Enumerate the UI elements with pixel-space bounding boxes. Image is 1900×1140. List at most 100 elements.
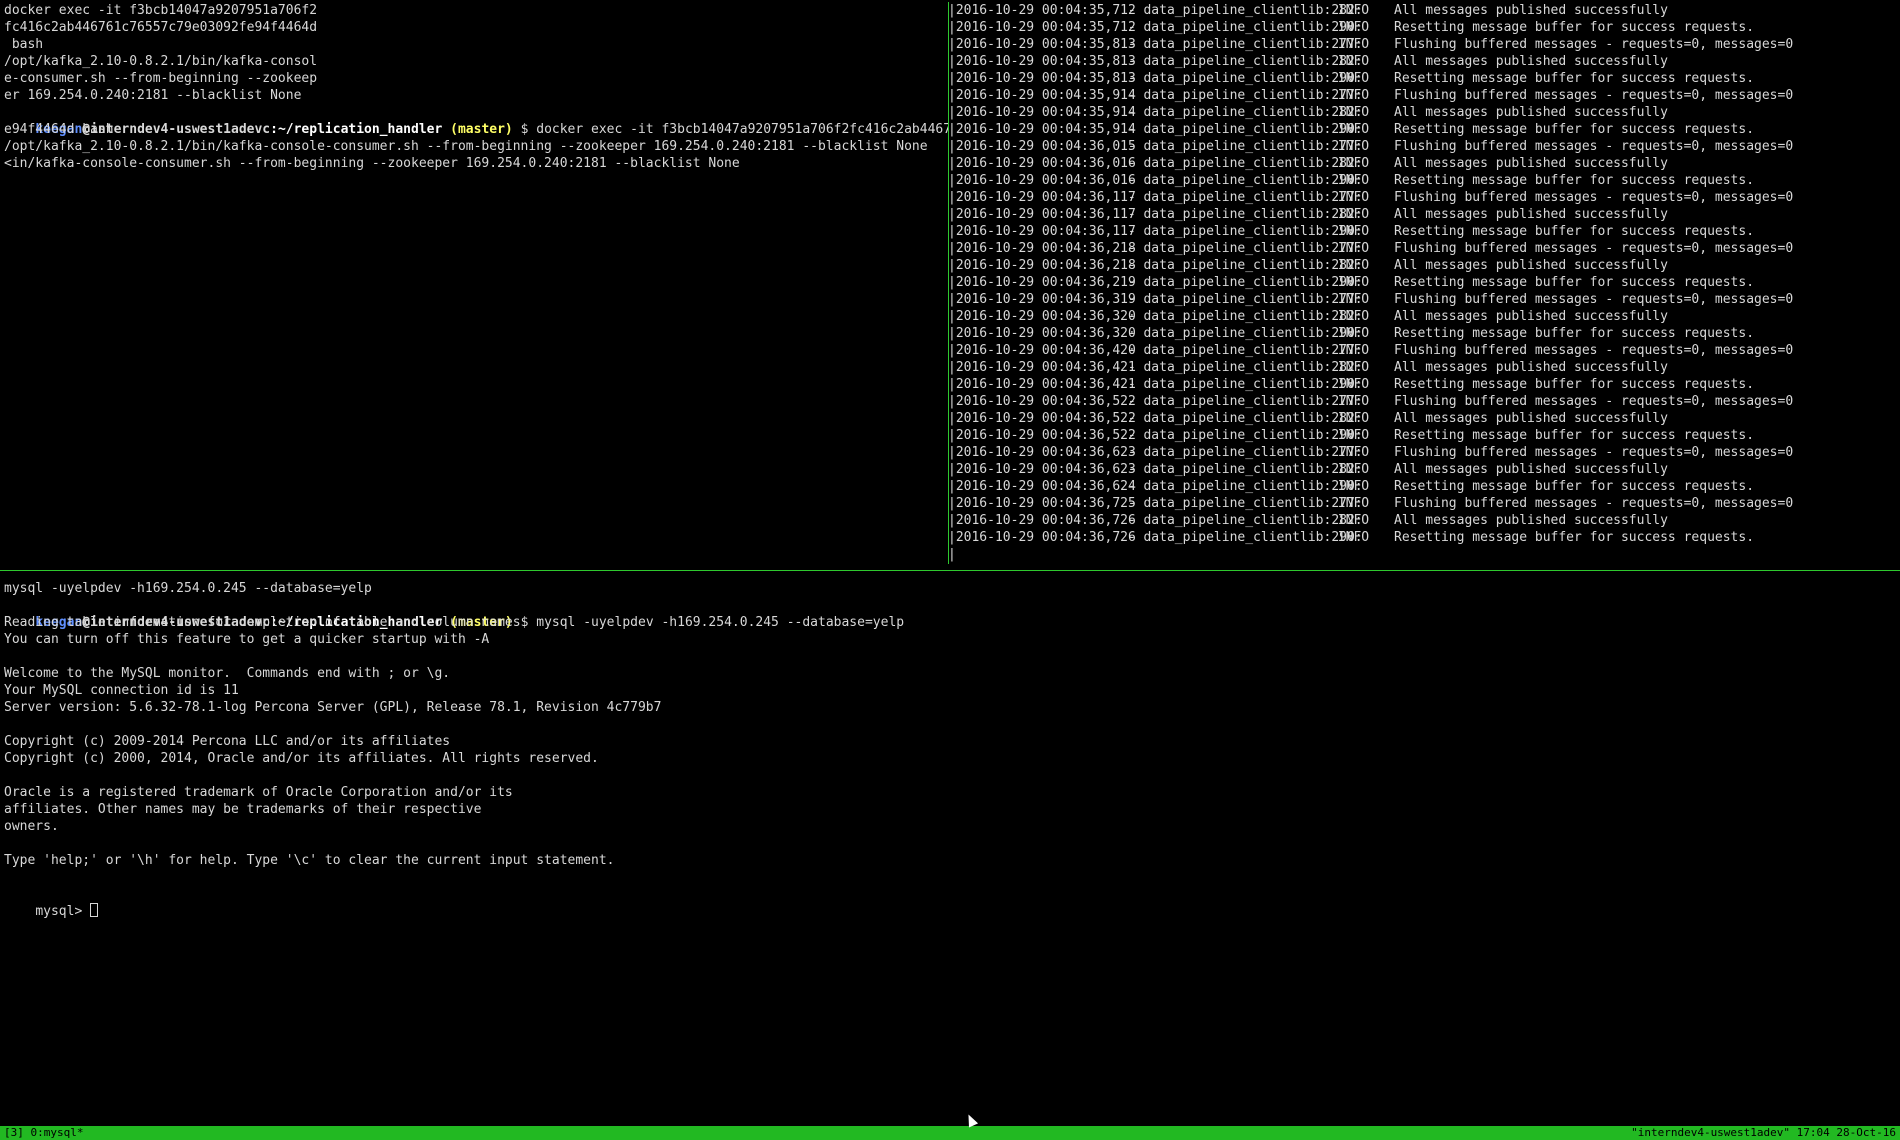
- log-level: INFO: [1330, 54, 1370, 69]
- prompt-command: $ docker exec -it f3bcb14047a9207951a706…: [520, 122, 948, 137]
- log-timestamp: |2016-10-29 00:04:36,623: [948, 445, 1136, 460]
- log-line: |2016-10-29 00:04:35,813 - data_pipeline…: [948, 53, 1900, 70]
- log-source: - data_pipeline_clientlib:290:: [1120, 326, 1363, 341]
- log-level: INFO: [1330, 462, 1370, 477]
- mysql-output-line: Server version: 5.6.32-78.1-log Percona …: [4, 700, 662, 715]
- log-source: - data_pipeline_clientlib:282:: [1120, 309, 1363, 324]
- log-line: |2016-10-29 00:04:36,219 - data_pipeline…: [948, 274, 1900, 291]
- log-timestamp: |2016-10-29 00:04:36,319: [948, 292, 1136, 307]
- log-trailing-marker: |: [948, 547, 956, 562]
- mysql-output-line: Welcome to the MySQL monitor. Commands e…: [4, 666, 451, 681]
- log-level: INFO: [1330, 190, 1370, 205]
- pane-divider-horizontal[interactable]: [0, 570, 1900, 571]
- terminal-line: /opt/kafka_2.10-0.8.2.1/bin/kafka-consol: [4, 54, 318, 69]
- log-line: |2016-10-29 00:04:36,726 - data_pipeline…: [948, 512, 1900, 529]
- log-source: - data_pipeline_clientlib:282:: [1120, 513, 1363, 528]
- log-message: All messages published successfully: [1394, 309, 1668, 324]
- log-timestamp: |2016-10-29 00:04:36,219: [948, 275, 1136, 290]
- log-source: - data_pipeline_clientlib:290:: [1120, 377, 1363, 392]
- mysql-input-line[interactable]: mysql>: [4, 886, 1894, 919]
- command-echo: mysql -uyelpdev -h169.254.0.245 --databa…: [4, 581, 372, 596]
- log-message: All messages published successfully: [1394, 360, 1668, 375]
- log-level: INFO: [1330, 326, 1370, 341]
- log-source: - data_pipeline_clientlib:282:: [1120, 411, 1363, 426]
- log-line: |2016-10-29 00:04:36,624 - data_pipeline…: [948, 478, 1900, 495]
- mysql-output-line: You can turn off this feature to get a q…: [4, 632, 490, 647]
- log-message: Resetting message buffer for success req…: [1394, 20, 1755, 35]
- log-message: Flushing buffered messages - requests=0,…: [1394, 190, 1794, 205]
- log-source: - data_pipeline_clientlib:277:: [1120, 292, 1363, 307]
- log-timestamp: |2016-10-29 00:04:35,914: [948, 88, 1136, 103]
- pane-mysql[interactable]: mysql -uyelpdev -h169.254.0.245 --databa…: [4, 580, 1894, 1120]
- prompt-branch: (master): [442, 122, 513, 137]
- log-source: - data_pipeline_clientlib:277:: [1120, 496, 1363, 511]
- log-source: - data_pipeline_clientlib:290:: [1120, 71, 1363, 86]
- log-message: All messages published successfully: [1394, 3, 1668, 18]
- log-source: - data_pipeline_clientlib:277:: [1120, 139, 1363, 154]
- log-level: INFO: [1330, 530, 1370, 545]
- log-timestamp: |2016-10-29 00:04:36,117: [948, 207, 1136, 222]
- log-line: |2016-10-29 00:04:36,016 - data_pipeline…: [948, 155, 1900, 172]
- log-message: Resetting message buffer for success req…: [1394, 530, 1755, 545]
- terminal-line: <in/kafka-console-consumer.sh --from-beg…: [4, 156, 740, 171]
- log-message: Flushing buffered messages - requests=0,…: [1394, 343, 1794, 358]
- log-timestamp: |2016-10-29 00:04:36,015: [948, 139, 1136, 154]
- text-cursor[interactable]: [90, 903, 99, 917]
- log-message: Resetting message buffer for success req…: [1394, 428, 1755, 443]
- log-line: |2016-10-29 00:04:36,117 - data_pipeline…: [948, 189, 1900, 206]
- pane-log-output[interactable]: |2016-10-29 00:04:35,712 - data_pipeline…: [948, 2, 1900, 562]
- log-level: INFO: [1330, 428, 1370, 443]
- log-message: Flushing buffered messages - requests=0,…: [1394, 292, 1794, 307]
- tmux-status-bar: [3] 0:mysql* "interndev4-uswest1adev" 17…: [0, 1126, 1900, 1140]
- shell-prompt-line: keegan@interndev4-uswest1adevc:~/replica…: [4, 597, 1894, 630]
- log-source: - data_pipeline_clientlib:277:: [1120, 241, 1363, 256]
- log-source: - data_pipeline_clientlib:277:: [1120, 394, 1363, 409]
- log-level: INFO: [1330, 496, 1370, 511]
- log-line: |2016-10-29 00:04:36,726 - data_pipeline…: [948, 529, 1900, 546]
- log-line: |2016-10-29 00:04:36,320 - data_pipeline…: [948, 325, 1900, 342]
- log-level: INFO: [1330, 479, 1370, 494]
- log-level: INFO: [1330, 343, 1370, 358]
- log-timestamp: |2016-10-29 00:04:36,218: [948, 258, 1136, 273]
- terminal-line: fc416c2ab446761c76557c79e03092fe94f4464d: [4, 20, 318, 35]
- pane-docker-kafka[interactable]: docker exec -it f3bcb14047a9207951a706f2…: [4, 2, 948, 562]
- log-level: INFO: [1330, 105, 1370, 120]
- status-host-clock: "interndev4-uswest1adev" 17:04 28-Oct-16: [1631, 1126, 1896, 1139]
- mysql-output-line: [4, 648, 1894, 665]
- log-level: INFO: [1330, 156, 1370, 171]
- log-level: INFO: [1330, 139, 1370, 154]
- log-line: |2016-10-29 00:04:35,712 - data_pipeline…: [948, 19, 1900, 36]
- status-window-list[interactable]: [3] 0:mysql*: [4, 1126, 83, 1140]
- mysql-output-line: Oracle is a registered trademark of Orac…: [4, 785, 513, 800]
- log-line: |2016-10-29 00:04:36,117 - data_pipeline…: [948, 206, 1900, 223]
- log-source: - data_pipeline_clientlib:282:: [1120, 360, 1363, 375]
- log-line: |2016-10-29 00:04:36,522 - data_pipeline…: [948, 410, 1900, 427]
- log-line: |2016-10-29 00:04:36,725 - data_pipeline…: [948, 495, 1900, 512]
- log-source: - data_pipeline_clientlib:282:: [1120, 462, 1363, 477]
- log-timestamp: |2016-10-29 00:04:36,117: [948, 190, 1136, 205]
- log-level: INFO: [1330, 309, 1370, 324]
- log-timestamp: |2016-10-29 00:04:36,420: [948, 343, 1136, 358]
- mysql-output-line: affiliates. Other names may be trademark…: [4, 802, 482, 817]
- log-source: - data_pipeline_clientlib:282:: [1120, 105, 1363, 120]
- log-level: INFO: [1330, 122, 1370, 137]
- log-message: All messages published successfully: [1394, 207, 1668, 222]
- log-source: - data_pipeline_clientlib:277:: [1120, 37, 1363, 52]
- log-line: |2016-10-29 00:04:36,320 - data_pipeline…: [948, 308, 1900, 325]
- log-timestamp: |2016-10-29 00:04:36,320: [948, 309, 1136, 324]
- log-timestamp: |2016-10-29 00:04:36,725: [948, 496, 1136, 511]
- log-line: |2016-10-29 00:04:36,319 - data_pipeline…: [948, 291, 1900, 308]
- log-timestamp: |2016-10-29 00:04:36,421: [948, 377, 1136, 392]
- log-level: INFO: [1330, 411, 1370, 426]
- mysql-output-line: Reading table information for completion…: [4, 615, 521, 630]
- mysql-output-line: [4, 835, 1894, 852]
- log-timestamp: |2016-10-29 00:04:36,117: [948, 224, 1136, 239]
- log-source: - data_pipeline_clientlib:277:: [1120, 190, 1363, 205]
- log-message: Flushing buffered messages - requests=0,…: [1394, 37, 1794, 52]
- log-line: |2016-10-29 00:04:36,218 - data_pipeline…: [948, 240, 1900, 257]
- log-source: - data_pipeline_clientlib:282:: [1120, 3, 1363, 18]
- log-message: All messages published successfully: [1394, 513, 1668, 528]
- terminal-line: bash: [4, 37, 44, 52]
- mysql-output-line: Copyright (c) 2009-2014 Percona LLC and/…: [4, 734, 451, 749]
- log-line: |2016-10-29 00:04:36,420 - data_pipeline…: [948, 342, 1900, 359]
